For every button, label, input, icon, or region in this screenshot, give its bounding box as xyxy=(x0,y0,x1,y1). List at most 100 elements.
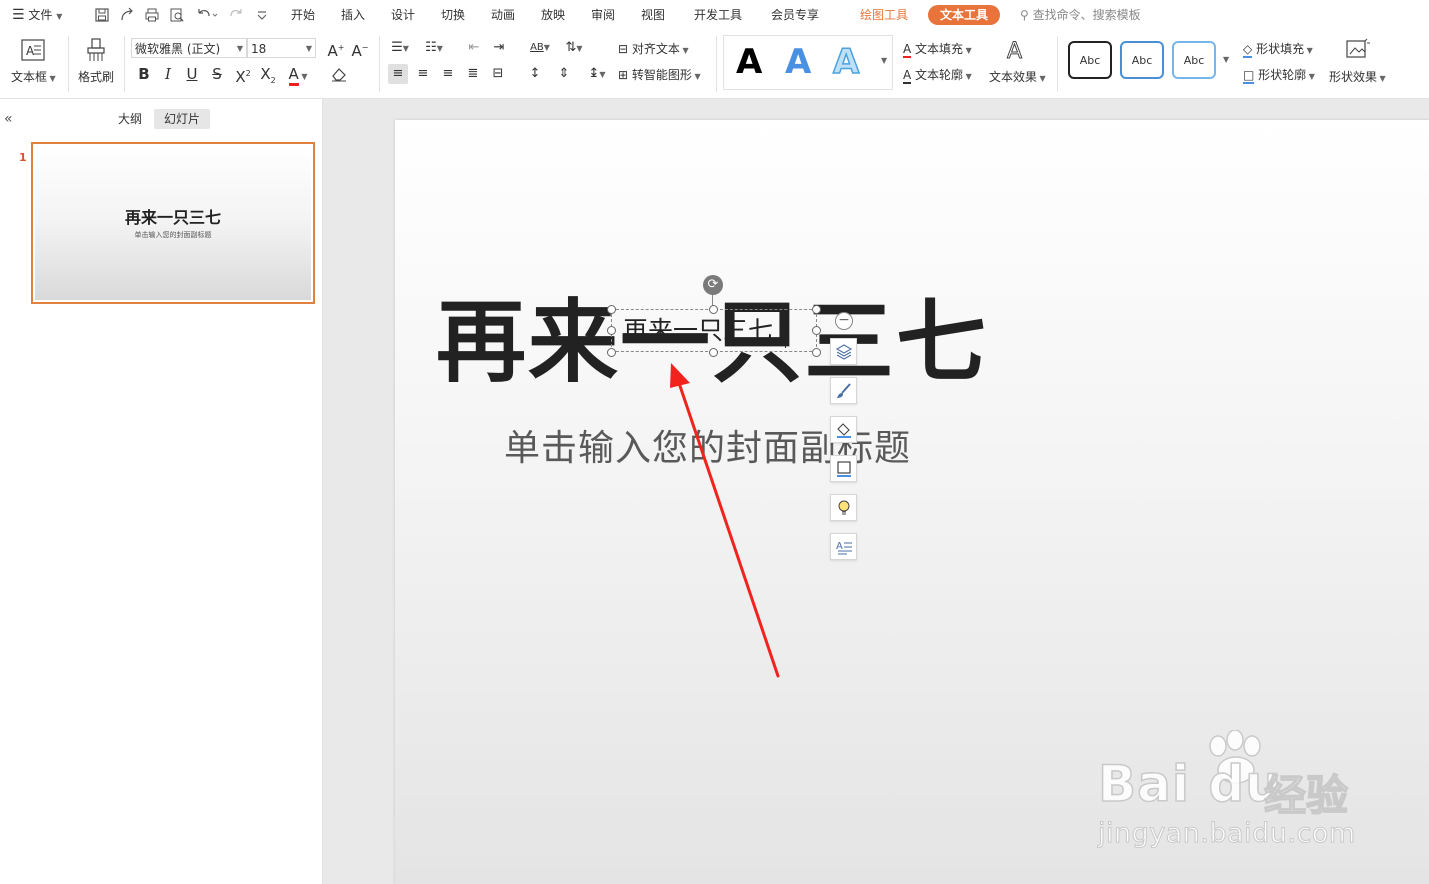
align-text-icon: ⊟ xyxy=(618,42,629,56)
resize-handle-bottom-left[interactable] xyxy=(607,348,616,357)
text-effect-icon[interactable]: A xyxy=(1004,38,1028,63)
shape-style-blue[interactable]: Abc xyxy=(1120,41,1164,79)
fill-bucket-icon[interactable] xyxy=(830,416,857,443)
print-icon[interactable] xyxy=(144,7,160,23)
strikethrough-icon[interactable]: S xyxy=(207,64,227,84)
underline-icon[interactable]: U xyxy=(182,64,202,84)
sort-icon[interactable]: ⇅▼ xyxy=(560,38,588,58)
file-menu[interactable]: ☰ 文件 ▼ xyxy=(12,0,62,30)
justify-icon[interactable]: ≣ xyxy=(463,64,483,84)
style-brush-icon[interactable] xyxy=(830,377,857,404)
text-effect-button[interactable]: 文本效果 ▼ xyxy=(989,68,1046,85)
italic-icon[interactable]: I xyxy=(158,64,178,84)
font-color-icon[interactable]: A ▼ xyxy=(284,64,312,86)
tab-design[interactable]: 设计 xyxy=(391,0,415,30)
font-size-select[interactable]: 18 ▼ xyxy=(247,38,316,58)
tab-insert[interactable]: 插入 xyxy=(341,0,365,30)
collapse-tools-icon[interactable]: − xyxy=(835,312,853,330)
save-icon[interactable] xyxy=(94,7,110,23)
shape-style-gallery: Abc Abc Abc ▼ xyxy=(1063,35,1233,90)
superscript-icon[interactable]: X2 xyxy=(233,64,253,86)
resize-handle-right[interactable] xyxy=(812,326,821,335)
shape-fill-button[interactable]: ◇ 形状填充 ▼ xyxy=(1243,40,1313,58)
align-center-icon[interactable]: ≡ xyxy=(413,64,433,84)
text-layout-icon[interactable]: A xyxy=(830,533,857,560)
resize-handle-bottom[interactable] xyxy=(709,348,718,357)
outline-icon[interactable] xyxy=(830,455,857,482)
line-spacing-icon[interactable]: ↕ xyxy=(525,64,545,84)
text-box-icon[interactable]: A xyxy=(21,39,45,61)
tab-home[interactable]: 开始 xyxy=(291,0,315,30)
export-icon[interactable] xyxy=(119,7,135,23)
text-fill-button[interactable]: A 文本填充 ▼ xyxy=(903,40,972,58)
print-preview-icon[interactable] xyxy=(169,7,185,23)
collapse-panel-icon[interactable]: « xyxy=(4,111,13,127)
shape-fill-label: 形状填充 xyxy=(1256,42,1305,56)
layers-icon[interactable] xyxy=(830,338,857,365)
tab-review[interactable]: 审阅 xyxy=(591,0,615,30)
increase-font-size-icon[interactable]: A+ xyxy=(326,38,346,60)
shape-effect-icon[interactable] xyxy=(1345,38,1371,62)
resize-handle-left[interactable] xyxy=(607,326,616,335)
tab-member[interactable]: 会员专享 xyxy=(771,0,819,30)
bold-icon[interactable]: B xyxy=(134,64,154,84)
shape-outline-button[interactable]: □ 形状轮廓 ▼ xyxy=(1243,66,1315,84)
tab-developer[interactable]: 开发工具 xyxy=(694,0,742,30)
selected-text-box[interactable]: 再来一只三七 xyxy=(611,309,817,352)
wordart-style-black[interactable]: A xyxy=(736,42,762,82)
decrease-indent-icon[interactable]: ⇤ xyxy=(464,38,484,58)
wordart-style-blue[interactable]: A xyxy=(785,42,811,82)
resize-handle-top-right[interactable] xyxy=(812,305,821,314)
tab-transition[interactable]: 切换 xyxy=(441,0,465,30)
tab-outline[interactable]: 大纲 xyxy=(112,109,148,129)
decrease-font-size-icon[interactable]: A− xyxy=(350,38,370,60)
tab-view[interactable]: 视图 xyxy=(641,0,665,30)
text-box-button[interactable]: 文本框 ▼ xyxy=(11,68,56,85)
text-outline-button[interactable]: A 文本轮廓 ▼ xyxy=(903,66,972,84)
font-name-select[interactable]: 微软雅黑 (正文) ▼ xyxy=(131,38,247,58)
hamburger-icon: ☰ xyxy=(12,7,25,23)
bullets-icon[interactable]: ☰▼ xyxy=(386,38,414,58)
command-search[interactable]: ⚲ 查找命令、搜索模板 xyxy=(1020,0,1141,30)
menu-bar: ☰ 文件 ▼ 开始 插入 设计 切换 动画 放映 审阅 视图 开发工具 会员专享… xyxy=(0,0,1429,30)
resize-handle-bottom-right[interactable] xyxy=(812,348,821,357)
text-box-content[interactable]: 再来一只三七 xyxy=(623,316,773,346)
slide-thumbnail-content: 再来一只三七 单击输入您的封面副标题 xyxy=(35,146,311,300)
format-painter-icon[interactable] xyxy=(85,38,107,62)
lightbulb-icon[interactable] xyxy=(830,494,857,521)
numbering-icon[interactable]: ☷▼ xyxy=(420,38,448,58)
shape-style-dark[interactable]: Abc xyxy=(1068,41,1112,79)
command-search-placeholder: 查找命令、搜索模板 xyxy=(1032,8,1141,22)
tab-text-tools[interactable]: 文本工具 xyxy=(928,5,1001,25)
align-right-icon[interactable]: ≡ xyxy=(438,64,458,84)
smart-art-button[interactable]: ⊞ 转智能图形 ▼ xyxy=(618,66,701,83)
subscript-icon[interactable]: X2 xyxy=(258,64,278,85)
tab-drawing-tools[interactable]: 绘图工具 xyxy=(860,0,908,30)
resize-handle-top[interactable] xyxy=(709,305,718,314)
tab-slideshow[interactable]: 放映 xyxy=(541,0,565,30)
format-painter-button[interactable]: 格式刷 xyxy=(78,68,114,85)
gallery-more-icon[interactable]: ▼ xyxy=(1223,55,1229,64)
distribute-icon[interactable]: ⊟ xyxy=(488,64,508,84)
align-text-button[interactable]: ⊟ 对齐文本 ▼ xyxy=(618,40,689,57)
text-outline-label: 文本轮廓 xyxy=(915,68,964,82)
tab-animation[interactable]: 动画 xyxy=(491,0,515,30)
redo-icon[interactable] xyxy=(228,7,244,23)
ribbon-divider xyxy=(68,36,69,92)
clear-format-icon[interactable] xyxy=(329,64,349,84)
slide-thumbnail[interactable]: 再来一只三七 单击输入您的封面副标题 xyxy=(31,142,315,304)
text-direction-icon[interactable]: AB▼ xyxy=(526,38,554,58)
customize-toolbar-icon[interactable] xyxy=(254,7,270,23)
undo-icon[interactable] xyxy=(195,7,219,23)
tab-slides[interactable]: 幻灯片 xyxy=(154,109,210,129)
shape-effect-button[interactable]: 形状效果 ▼ xyxy=(1329,68,1386,85)
spacing-options-icon[interactable]: ↨▼ xyxy=(583,64,611,84)
gallery-more-icon[interactable]: ▼ xyxy=(881,56,887,65)
rotate-handle-icon[interactable]: ⟳ xyxy=(703,275,723,295)
align-left-icon[interactable]: ≡ xyxy=(388,64,408,84)
shape-style-light-blue[interactable]: Abc xyxy=(1172,41,1216,79)
paragraph-spacing-icon[interactable]: ⇕ xyxy=(554,64,574,84)
resize-handle-top-left[interactable] xyxy=(607,305,616,314)
wordart-style-outline[interactable]: A xyxy=(832,41,860,83)
increase-indent-icon[interactable]: ⇥ xyxy=(489,38,509,58)
